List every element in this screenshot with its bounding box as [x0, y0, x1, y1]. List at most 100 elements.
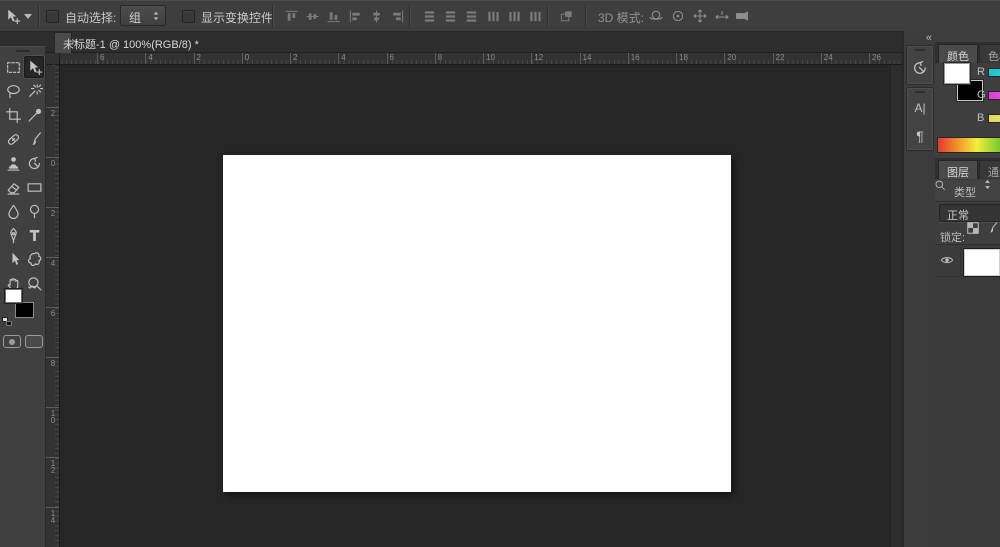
document-tab[interactable]: 未标题-1 @ 100%(RGB/8) *× [54, 32, 72, 53]
3d-slide-icon[interactable] [714, 8, 730, 24]
show-transform-checkbox[interactable] [182, 10, 195, 23]
auto-select-checkbox[interactable] [46, 10, 59, 23]
distribute-bottom-icon[interactable] [463, 8, 479, 24]
right-panel-dock: 颜色 色板 RGB 图层 通道 类型 正常 锁定: [935, 30, 1000, 547]
distribute-left-icon[interactable] [485, 8, 501, 24]
dock-grip[interactable] [915, 91, 925, 93]
tool-custom-shape[interactable] [24, 248, 44, 270]
layer-row[interactable] [935, 247, 1000, 277]
tool-lasso[interactable] [3, 80, 23, 102]
tool-move[interactable] [24, 56, 44, 78]
tool-magic-wand[interactable] [24, 80, 44, 102]
ruler-major-tick [194, 53, 195, 65]
align-v-center-icon[interactable] [304, 8, 320, 24]
character-panel-icon[interactable]: A| [908, 94, 932, 122]
distribute-h-center-icon[interactable] [506, 8, 522, 24]
layer-thumbnail[interactable] [965, 250, 999, 275]
swap-colors-icon[interactable] [27, 283, 39, 295]
tab-close-icon[interactable]: × [71, 36, 77, 48]
tab-color[interactable]: 颜色 [938, 44, 978, 63]
screen-mode-button[interactable] [25, 335, 43, 348]
tool-healing-brush[interactable] [3, 128, 23, 150]
ruler-major-tick [724, 53, 725, 65]
ruler-label: 6 [100, 54, 104, 62]
align-right-icon[interactable] [389, 8, 405, 24]
ruler-major-tick [97, 53, 98, 65]
3d-mode-label: 3D 模式: [598, 9, 644, 26]
ruler-label: 4 [48, 65, 58, 67]
tab-layers[interactable]: 图层 [938, 160, 978, 179]
ruler-label: 1 0 [48, 410, 58, 424]
ruler-label: 22 [776, 54, 785, 62]
move-tool-preset-icon[interactable] [4, 8, 20, 24]
quick-mask-button[interactable] [3, 335, 21, 348]
tool-grid [0, 56, 46, 316]
color-spectrum-ramp[interactable] [937, 137, 1000, 153]
channel-slider-R[interactable] [988, 68, 1000, 77]
ruler-major-tick [46, 207, 60, 208]
3d-pan-icon[interactable] [692, 8, 708, 24]
vertical-ruler[interactable]: 42024681 01 21 4 [46, 65, 60, 547]
vertical-scrollbar[interactable] [890, 65, 902, 547]
tool-clone-stamp[interactable] [3, 152, 23, 174]
tool-crop[interactable] [3, 104, 23, 126]
auto-select-dropdown[interactable]: 组 [120, 5, 166, 26]
history-panel-icon[interactable] [908, 54, 932, 82]
tool-rectangular-marquee[interactable] [3, 56, 23, 78]
ruler-major-tick [46, 307, 60, 308]
align-left-icon[interactable] [347, 8, 363, 24]
show-transform-label: 显示变换控件 [201, 9, 273, 26]
ruler-label: 6 [390, 54, 394, 62]
background-color-swatch[interactable] [15, 302, 34, 318]
paragraph-panel-icon[interactable]: ¶ [908, 122, 932, 150]
tool-eyedropper[interactable] [24, 104, 44, 126]
foreground-color-swatch[interactable] [4, 288, 23, 304]
layers-filter-kind-label[interactable]: 类型 [954, 184, 976, 200]
ruler-major-tick [338, 53, 339, 65]
panel-grip[interactable] [16, 50, 30, 52]
tool-type[interactable] [24, 224, 44, 246]
tool-path-selection[interactable] [3, 248, 23, 270]
tab-swatches[interactable]: 色板 [979, 44, 1000, 63]
dock-strip: « A| ¶ [903, 30, 935, 547]
tool-gradient[interactable] [24, 176, 44, 198]
canvas[interactable] [223, 155, 731, 492]
channel-slider-B[interactable] [988, 114, 1000, 123]
align-h-center-icon[interactable] [368, 8, 384, 24]
ruler-origin-corner[interactable] [46, 53, 60, 65]
tool-pen[interactable] [3, 224, 23, 246]
auto-align-icon[interactable] [558, 8, 574, 24]
dock-grip[interactable] [915, 49, 925, 51]
ruler-major-tick [46, 457, 60, 458]
separator [409, 5, 410, 27]
ruler-label: 14 [583, 54, 592, 62]
channel-slider-G[interactable] [988, 91, 1000, 100]
align-bottom-icon[interactable] [325, 8, 341, 24]
tab-channels[interactable]: 通道 [979, 160, 1000, 179]
distribute-top-icon[interactable] [421, 8, 437, 24]
color-panel-foreground-swatch[interactable] [944, 63, 970, 84]
document-tabbar: 未标题-1 @ 100%(RGB/8) *× [0, 32, 903, 53]
document-area[interactable] [60, 65, 902, 547]
distribute-right-icon[interactable] [527, 8, 543, 24]
tool-blur[interactable] [3, 200, 23, 222]
ruler-major-tick [46, 257, 60, 258]
separator [272, 5, 273, 27]
collapse-dock-icon[interactable]: « [926, 33, 931, 44]
tool-eraser[interactable] [3, 176, 23, 198]
distribute-v-center-icon[interactable] [442, 8, 458, 24]
tool-preset-caret-icon[interactable] [24, 14, 32, 19]
document-tab-title: 未标题-1 @ 100%(RGB/8) * [63, 36, 199, 52]
blend-mode-dropdown[interactable]: 正常 [939, 204, 1000, 222]
ruler-label: 16 [631, 54, 640, 62]
tool-dodge[interactable] [24, 200, 44, 222]
horizontal-ruler[interactable]: 64202468101214161820222426 [60, 53, 902, 65]
3d-roll-icon[interactable] [670, 8, 686, 24]
3d-scale-icon[interactable] [734, 8, 750, 24]
align-top-icon[interactable] [283, 8, 299, 24]
default-colors-icon[interactable] [2, 317, 13, 327]
layer-visibility-eye-icon[interactable] [939, 255, 955, 267]
tool-brush[interactable] [24, 128, 44, 150]
3d-orbit-icon[interactable] [648, 8, 664, 24]
tool-history-brush[interactable] [24, 152, 44, 174]
